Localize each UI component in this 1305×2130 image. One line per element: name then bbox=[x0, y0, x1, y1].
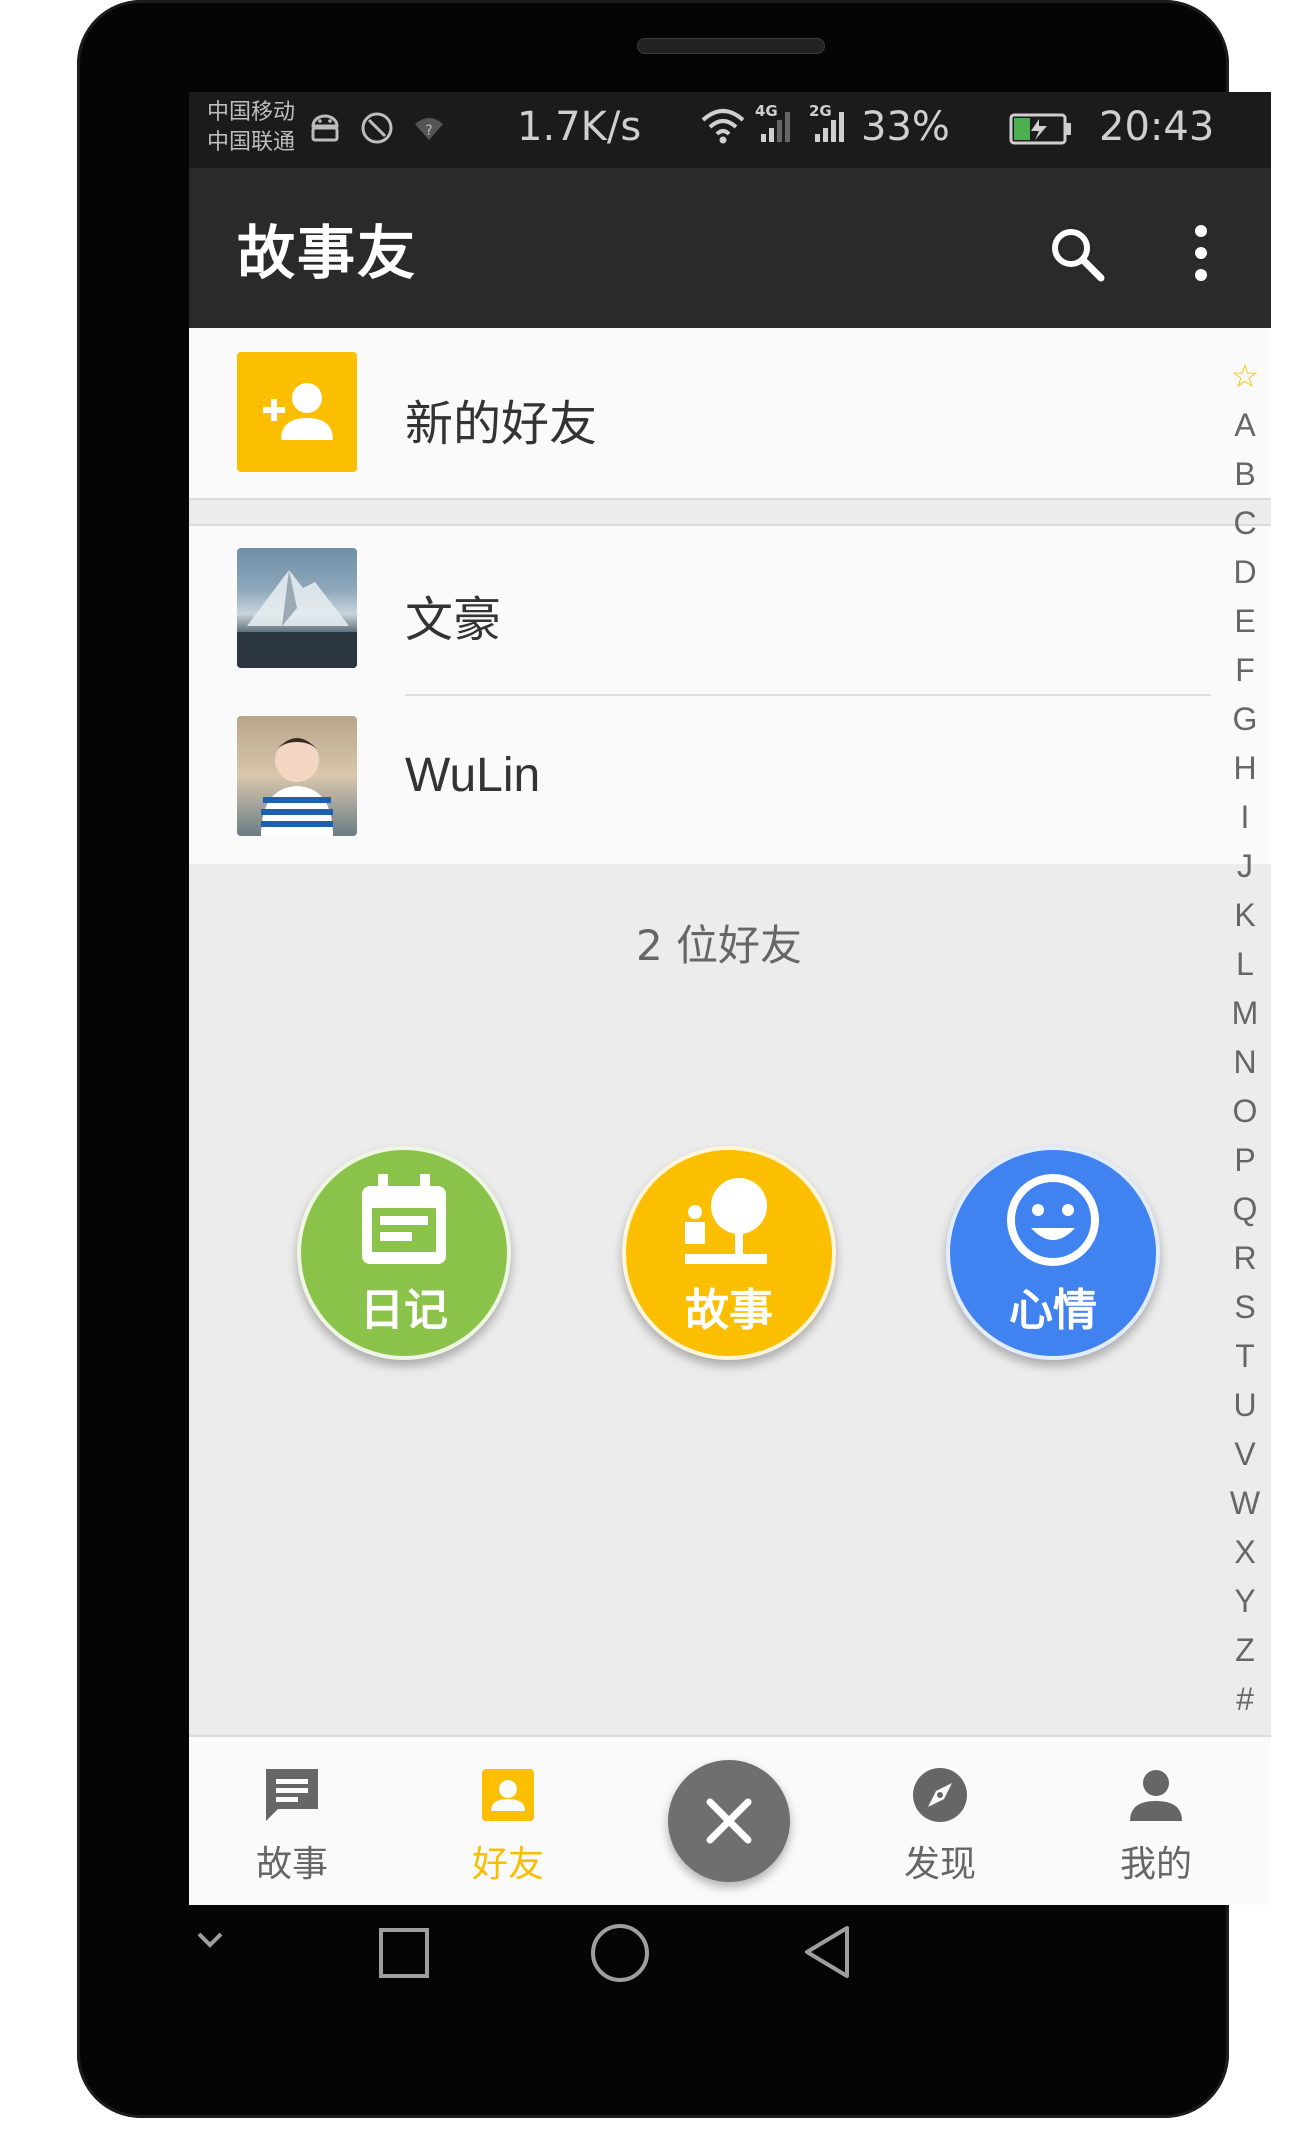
contact-icon bbox=[482, 1769, 534, 1821]
index-letter[interactable]: B bbox=[1225, 450, 1265, 499]
close-icon bbox=[706, 1798, 752, 1844]
index-letter[interactable]: Y bbox=[1225, 1577, 1265, 1626]
avatar bbox=[237, 548, 357, 668]
nav-label: 好友 bbox=[471, 1844, 544, 1885]
battery-percent: 33% bbox=[861, 104, 950, 150]
index-letter[interactable]: W bbox=[1225, 1479, 1265, 1528]
back-icon[interactable] bbox=[797, 1922, 857, 1982]
svg-text:?: ? bbox=[425, 123, 432, 139]
index-letter[interactable]: C bbox=[1225, 499, 1265, 548]
nav-label: 我的 bbox=[1119, 1844, 1192, 1885]
index-letter[interactable]: M bbox=[1225, 989, 1265, 1038]
nav-item-me[interactable]: 我的 bbox=[1081, 1737, 1231, 1905]
index-letter[interactable]: A bbox=[1225, 401, 1265, 450]
chat-icon bbox=[266, 1769, 318, 1821]
index-letter[interactable]: G bbox=[1225, 695, 1265, 744]
index-letter[interactable]: R bbox=[1225, 1234, 1265, 1283]
earpiece-speaker bbox=[637, 38, 825, 54]
index-letter[interactable]: X bbox=[1225, 1528, 1265, 1577]
index-letter[interactable]: H bbox=[1225, 744, 1265, 793]
avatar bbox=[237, 716, 357, 836]
index-letter[interactable]: O bbox=[1225, 1087, 1265, 1136]
signal-icon bbox=[761, 112, 790, 142]
index-letter[interactable]: Z bbox=[1225, 1626, 1265, 1675]
index-letter[interactable]: L bbox=[1225, 940, 1265, 989]
nav-label: 故事 bbox=[255, 1844, 328, 1885]
chevron-down-icon[interactable] bbox=[185, 1920, 235, 1960]
list-item[interactable]: WuLin bbox=[189, 696, 1271, 864]
dnd-icon bbox=[361, 112, 393, 144]
app-bar: 故事友 bbox=[189, 168, 1271, 328]
index-letter[interactable]: # bbox=[1225, 1675, 1265, 1724]
mood-label: 心情 bbox=[1009, 1285, 1097, 1336]
nav-label: 发现 bbox=[903, 1844, 976, 1885]
carrier-1: 中国移动 bbox=[207, 100, 296, 125]
compass-icon bbox=[913, 1768, 967, 1822]
carrier-2: 中国联通 bbox=[207, 130, 296, 155]
index-letter[interactable]: V bbox=[1225, 1430, 1265, 1479]
person-icon bbox=[1130, 1770, 1182, 1821]
list-item[interactable]: 文豪 bbox=[189, 526, 1271, 694]
index-letter[interactable]: F bbox=[1225, 646, 1265, 695]
story-label: 故事 bbox=[685, 1285, 773, 1336]
nav-item-story[interactable]: 故事 bbox=[217, 1737, 367, 1905]
diary-icon bbox=[362, 1174, 446, 1264]
home-icon[interactable] bbox=[587, 1920, 653, 1986]
index-letter[interactable]: T bbox=[1225, 1332, 1265, 1381]
status-bar: 中国移动 中国联通 ? 1.7K/s 4G 2G 33% 20:43 bbox=[189, 92, 1271, 168]
recent-apps-icon[interactable] bbox=[377, 1926, 431, 1980]
new-friends-row[interactable]: 新的好友 bbox=[189, 328, 1271, 500]
index-letter[interactable]: D bbox=[1225, 548, 1265, 597]
index-letter[interactable]: J bbox=[1225, 842, 1265, 891]
index-letter[interactable]: I bbox=[1225, 793, 1265, 842]
battery-charging-icon bbox=[1009, 113, 1071, 145]
clock: 20:43 bbox=[1099, 104, 1215, 150]
index-letter[interactable]: K bbox=[1225, 891, 1265, 940]
friend-name: WuLin bbox=[405, 749, 541, 802]
friends-list: 文豪 WuLin bbox=[189, 524, 1271, 864]
index-letter[interactable]: S bbox=[1225, 1283, 1265, 1332]
index-letter[interactable]: U bbox=[1225, 1381, 1265, 1430]
index-letter[interactable]: P bbox=[1225, 1136, 1265, 1185]
close-fab-button[interactable] bbox=[668, 1760, 790, 1882]
alphabet-index-bar[interactable]: ☆ A B C D E F G H I J K L M N O P Q R S … bbox=[1225, 352, 1265, 1724]
index-letter[interactable]: ☆ bbox=[1225, 352, 1265, 401]
story-icon bbox=[685, 1178, 767, 1264]
diary-button[interactable]: 日记 bbox=[297, 1146, 511, 1360]
story-button[interactable]: 故事 bbox=[622, 1146, 836, 1360]
friend-name: 文豪 bbox=[405, 592, 502, 648]
index-letter[interactable]: Q bbox=[1225, 1185, 1265, 1234]
diary-label: 日记 bbox=[360, 1285, 448, 1336]
network-speed: 1.7K/s bbox=[517, 104, 642, 150]
index-letter[interactable]: E bbox=[1225, 597, 1265, 646]
add-person-icon bbox=[237, 352, 357, 472]
wifi-unknown-icon: ? bbox=[415, 118, 443, 140]
carrier-names: 中国移动 中国联通 bbox=[207, 98, 295, 158]
app-title: 故事友 bbox=[237, 219, 418, 287]
mood-button[interactable]: 心情 bbox=[946, 1146, 1160, 1360]
search-icon[interactable] bbox=[1047, 224, 1107, 284]
friend-count: 2 位好友 bbox=[635, 921, 803, 970]
smiley-icon bbox=[1007, 1174, 1099, 1266]
new-friends-label: 新的好友 bbox=[405, 396, 598, 452]
more-vert-icon[interactable] bbox=[1189, 222, 1213, 284]
nav-item-friends[interactable]: 好友 bbox=[433, 1737, 583, 1905]
wifi-icon bbox=[701, 109, 745, 144]
phone-frame: 中国移动 中国联通 ? 1.7K/s 4G 2G 33% 20:43 故事友 新… bbox=[77, 0, 1271, 2118]
nav-item-discover[interactable]: 发现 bbox=[865, 1737, 1015, 1905]
screen: 中国移动 中国联通 ? 1.7K/s 4G 2G 33% 20:43 故事友 新… bbox=[189, 92, 1271, 1905]
signal-icon-2 bbox=[815, 112, 844, 142]
index-letter[interactable]: N bbox=[1225, 1038, 1265, 1087]
android-icon bbox=[311, 114, 339, 142]
